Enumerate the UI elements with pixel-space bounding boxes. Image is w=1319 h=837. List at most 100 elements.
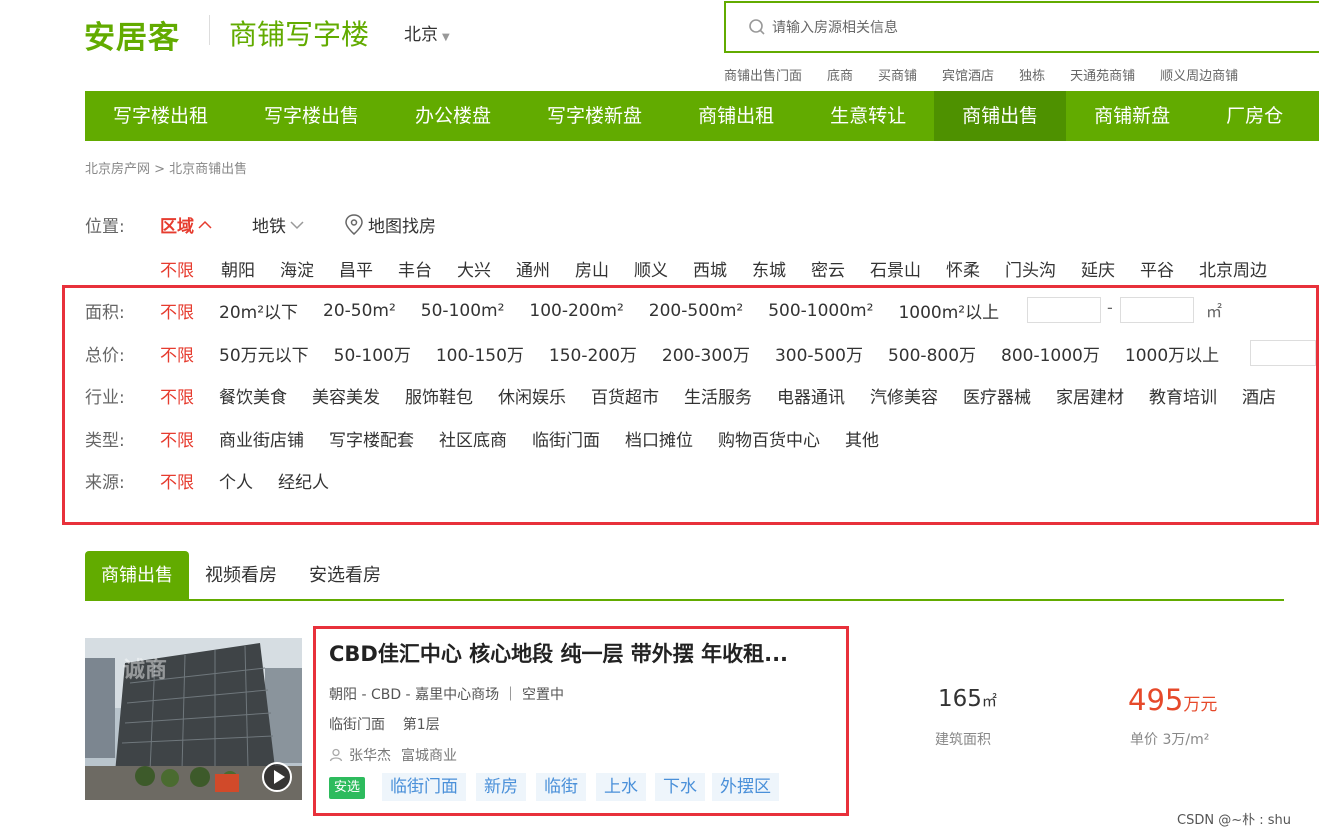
type-option[interactable]: 商业街店铺 bbox=[219, 426, 304, 451]
type-option[interactable]: 档口摊位 bbox=[625, 426, 693, 451]
tab-shop-sale[interactable]: 商铺出售 bbox=[85, 551, 189, 599]
district-option[interactable]: 西城 bbox=[693, 256, 727, 281]
nav-shop-new[interactable]: 商铺新盘 bbox=[1066, 91, 1198, 141]
district-option[interactable]: 海淀 bbox=[280, 256, 314, 281]
tab-map-search[interactable]: 地图找房 bbox=[344, 212, 436, 237]
district-option[interactable]: 密云 bbox=[811, 256, 845, 281]
industry-option[interactable]: 酒店 bbox=[1242, 383, 1276, 408]
nav-office-new[interactable]: 写字楼新盘 bbox=[519, 91, 670, 141]
tab-video-viewing[interactable]: 视频看房 bbox=[189, 551, 293, 599]
type-option[interactable]: 临街门面 bbox=[532, 426, 600, 451]
area-min-input[interactable] bbox=[1027, 297, 1101, 323]
hot-word-link[interactable]: 顺义周边商铺 bbox=[1160, 65, 1238, 84]
type-option[interactable]: 写字楼配套 bbox=[329, 426, 414, 451]
industry-option[interactable]: 休闲娱乐 bbox=[498, 383, 566, 408]
industry-option[interactable]: 美容美发 bbox=[312, 383, 380, 408]
district-option[interactable]: 通州 bbox=[516, 256, 550, 281]
type-option[interactable]: 购物百货中心 bbox=[718, 426, 820, 451]
district-option[interactable]: 怀柔 bbox=[946, 256, 980, 281]
tab-district[interactable]: 区域 bbox=[160, 212, 212, 237]
type-option[interactable]: 社区底商 bbox=[439, 426, 507, 451]
district-option[interactable]: 门头沟 bbox=[1005, 256, 1056, 281]
tab-subway-label: 地铁 bbox=[252, 217, 286, 237]
district-option[interactable]: 丰台 bbox=[398, 256, 432, 281]
area-unit: ㎡ bbox=[1206, 302, 1223, 321]
area-max-input[interactable] bbox=[1120, 297, 1194, 323]
site-name[interactable]: 商铺写字楼 bbox=[229, 13, 369, 53]
district-option[interactable]: 大兴 bbox=[457, 256, 491, 281]
area-option[interactable]: 不限 bbox=[160, 298, 194, 323]
industry-option[interactable]: 教育培训 bbox=[1149, 383, 1217, 408]
tab-subway[interactable]: 地铁 bbox=[252, 212, 304, 237]
industry-option[interactable]: 电器通讯 bbox=[777, 383, 845, 408]
district-option[interactable]: 石景山 bbox=[870, 256, 921, 281]
nav-shop-rent[interactable]: 商铺出租 bbox=[670, 91, 802, 141]
industry-option[interactable]: 医疗器械 bbox=[963, 383, 1031, 408]
district-option[interactable]: 顺义 bbox=[634, 256, 668, 281]
price-min-input[interactable] bbox=[1250, 340, 1316, 366]
industry-option[interactable]: 汽修美容 bbox=[870, 383, 938, 408]
nav-office-rent[interactable]: 写字楼出租 bbox=[85, 91, 236, 141]
price-option[interactable]: 50万元以下 bbox=[219, 341, 309, 366]
hot-word-link[interactable]: 独栋 bbox=[1019, 65, 1045, 84]
list-tabs: 商铺出售 视频看房 安选看房 bbox=[85, 551, 1284, 601]
area-option[interactable]: 500-1000m² bbox=[768, 301, 873, 321]
area-option[interactable]: 50-100m² bbox=[421, 301, 505, 321]
search-box[interactable] bbox=[724, 1, 1319, 53]
hot-word-link[interactable]: 宾馆酒店 bbox=[942, 65, 994, 84]
city-selector[interactable]: 北京 ▼ bbox=[404, 20, 450, 45]
district-option[interactable]: 东城 bbox=[752, 256, 786, 281]
industry-option[interactable]: 生活服务 bbox=[684, 383, 752, 408]
price-option[interactable]: 50-100万 bbox=[334, 341, 411, 366]
industry-option[interactable]: 不限 bbox=[160, 383, 194, 408]
listing-title[interactable]: CBD佳汇中心 核心地段 纯一层 带外摆 年收租... bbox=[329, 638, 788, 668]
listing-agent[interactable]: 张华杰 富城商业 bbox=[329, 745, 457, 765]
hot-word-link[interactable]: 商铺出售门面 bbox=[724, 65, 802, 84]
price-option[interactable]: 150-200万 bbox=[549, 341, 637, 366]
price-option[interactable]: 1000万以上 bbox=[1125, 341, 1219, 366]
area-option[interactable]: 100-200m² bbox=[529, 301, 623, 321]
area-option[interactable]: 1000m²以上 bbox=[898, 298, 999, 323]
nav-factory[interactable]: 厂房仓 bbox=[1198, 91, 1311, 141]
tab-anxuan-viewing[interactable]: 安选看房 bbox=[293, 551, 397, 599]
district-option[interactable]: 延庆 bbox=[1081, 256, 1115, 281]
type-option[interactable]: 不限 bbox=[160, 426, 194, 451]
district-option[interactable]: 北京周边 bbox=[1199, 256, 1267, 281]
breadcrumb[interactable]: 北京房产网 > 北京商铺出售 bbox=[85, 158, 247, 177]
industry-option[interactable]: 服饰鞋包 bbox=[405, 383, 473, 408]
tab-district-label: 区域 bbox=[160, 217, 194, 237]
hot-word-link[interactable]: 天通苑商铺 bbox=[1070, 65, 1135, 84]
price-option[interactable]: 不限 bbox=[160, 341, 194, 366]
anjuke-logo[interactable]: 安居客 bbox=[84, 12, 180, 57]
source-option[interactable]: 不限 bbox=[160, 468, 194, 493]
main-nav: 写字楼出租 写字楼出售 办公楼盘 写字楼新盘 商铺出租 生意转让 商铺出售 商铺… bbox=[85, 91, 1319, 141]
area-option[interactable]: 20m²以下 bbox=[219, 298, 298, 323]
nav-business-transfer[interactable]: 生意转让 bbox=[802, 91, 934, 141]
type-option[interactable]: 其他 bbox=[845, 426, 879, 451]
nav-office-sale[interactable]: 写字楼出售 bbox=[236, 91, 387, 141]
area-option[interactable]: 20-50m² bbox=[323, 301, 396, 321]
price-option[interactable]: 300-500万 bbox=[775, 341, 863, 366]
district-option[interactable]: 平谷 bbox=[1140, 256, 1174, 281]
play-video-icon[interactable] bbox=[262, 762, 292, 792]
search-input[interactable] bbox=[772, 17, 1272, 39]
price-option[interactable]: 200-300万 bbox=[662, 341, 750, 366]
district-option[interactable]: 房山 bbox=[575, 256, 609, 281]
hot-word-link[interactable]: 买商铺 bbox=[878, 65, 917, 84]
industry-option[interactable]: 餐饮美食 bbox=[219, 383, 287, 408]
industry-option[interactable]: 百货超市 bbox=[591, 383, 659, 408]
price-option[interactable]: 800-1000万 bbox=[1001, 341, 1100, 366]
nav-shop-sale[interactable]: 商铺出售 bbox=[934, 91, 1067, 141]
district-option[interactable]: 朝阳 bbox=[221, 256, 255, 281]
source-option[interactable]: 经纪人 bbox=[278, 468, 329, 493]
industry-option[interactable]: 家居建材 bbox=[1056, 383, 1124, 408]
district-option[interactable]: 昌平 bbox=[339, 256, 373, 281]
filter-label-price: 总价: bbox=[85, 346, 125, 366]
nav-office-buildings[interactable]: 办公楼盘 bbox=[387, 91, 519, 141]
source-option[interactable]: 个人 bbox=[219, 468, 253, 493]
district-option[interactable]: 不限 bbox=[160, 256, 194, 281]
hot-word-link[interactable]: 底商 bbox=[827, 65, 853, 84]
area-option[interactable]: 200-500m² bbox=[649, 301, 743, 321]
price-option[interactable]: 500-800万 bbox=[888, 341, 976, 366]
price-option[interactable]: 100-150万 bbox=[436, 341, 524, 366]
